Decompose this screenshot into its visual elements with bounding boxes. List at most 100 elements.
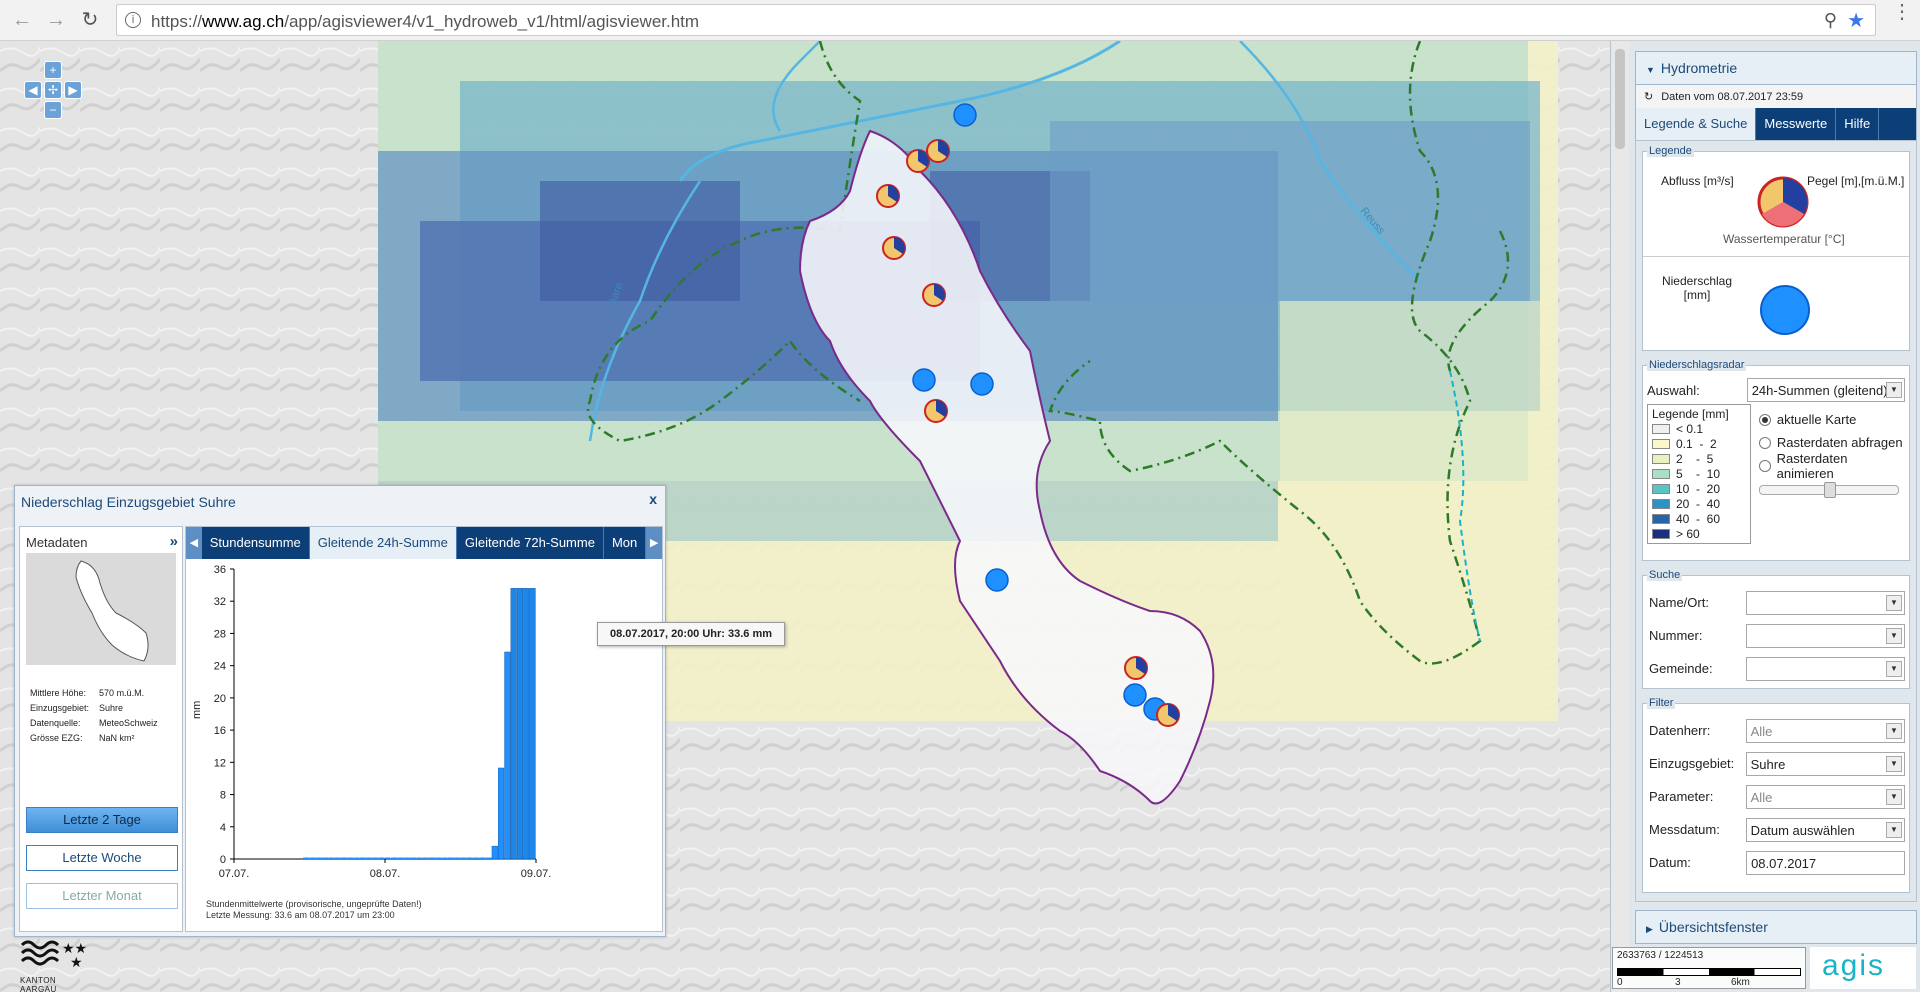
- precip-bar: [473, 857, 479, 859]
- address-bar[interactable]: i https://www.ag.ch/app/agisviewer4/v1_h…: [116, 4, 1876, 36]
- radio-aktuelle-karte[interactable]: aktuelle Karte: [1758, 408, 1905, 431]
- radar-legend: Legende [mm] < 0.1 0.1 - 22 - 55 - 10 10 -…: [1647, 404, 1751, 544]
- pan-home-button[interactable]: ✢: [44, 81, 62, 99]
- uebersicht-header[interactable]: ▶ Übersichtsfenster: [1635, 910, 1917, 944]
- zoom-icon[interactable]: ⚲: [1824, 10, 1837, 31]
- pan-right-button[interactable]: ▶: [64, 81, 82, 99]
- chart-area: ◀ Stundensumme Gleitende 24h-Summe Gleit…: [185, 526, 663, 932]
- radar-class-2: 2 - 5: [1652, 451, 1746, 466]
- gemeinde-label: Gemeinde:: [1649, 661, 1713, 676]
- messdatum-select[interactable]: Datum auswählen ▼: [1745, 817, 1905, 842]
- radar-class-5: 20 - 40: [1652, 496, 1746, 511]
- bookmark-star-icon[interactable]: ★: [1847, 8, 1865, 33]
- tab-messwerte[interactable]: Messwerte: [1756, 108, 1837, 140]
- close-icon[interactable]: x: [649, 491, 657, 507]
- parameter-label: Parameter:: [1649, 789, 1714, 804]
- precip-bar: [516, 588, 524, 860]
- tab-gleitende-24h[interactable]: Gleitende 24h-Summe: [309, 527, 457, 559]
- radar-title: Niederschlagsradar: [1647, 359, 1747, 371]
- expand-triangle-icon: ▶: [1646, 924, 1653, 934]
- datum-input[interactable]: 08.07.2017: [1746, 850, 1905, 875]
- precip-bar: [391, 857, 398, 859]
- precip-bar: [366, 857, 372, 859]
- radar-class-7: > 60: [1652, 526, 1746, 541]
- precip-bar: [347, 857, 354, 859]
- legend-fieldset: Legende Abfluss [m³/s] Pegel [m],[m.ü.M.…: [1642, 145, 1910, 351]
- radio-rasterdaten-animieren[interactable]: Rasterdaten animieren: [1758, 451, 1905, 481]
- precip-bar: [353, 857, 360, 859]
- radar-class-3: 5 - 10: [1652, 466, 1746, 481]
- url-text[interactable]: https://www.ag.ch/app/agisviewer4/v1_hyd…: [151, 12, 699, 32]
- precip-bar: [447, 857, 454, 859]
- datum-label: Datum:: [1649, 855, 1691, 870]
- data-date: ↻ Daten vom 08.07.2017 23:59: [1635, 85, 1917, 108]
- zoom-in-button[interactable]: +: [44, 61, 62, 79]
- y-tick-label: 24: [214, 661, 226, 673]
- browser-toolbar: ← → ↻ i https://www.ag.ch/app/agisviewer…: [0, 0, 1920, 41]
- refresh-icon[interactable]: ↻: [1644, 91, 1653, 103]
- x-tick-label: 09.07.: [521, 868, 552, 880]
- letzte-2-tage-button[interactable]: Letzte 2 Tage: [26, 807, 178, 833]
- expand-arrows-icon[interactable]: »: [170, 533, 178, 550]
- precip-bar: [378, 857, 385, 859]
- y-tick-label: 28: [214, 628, 226, 640]
- gemeinde-field[interactable]: ▼: [1745, 656, 1905, 681]
- suche-title: Suche: [1647, 569, 1683, 581]
- animation-slider[interactable]: [1758, 482, 1899, 498]
- y-tick-label: 4: [220, 822, 226, 834]
- letzter-monat-button[interactable]: Letzter Monat: [26, 883, 178, 909]
- tab-scroll-left-icon[interactable]: ◀: [186, 527, 202, 559]
- chart-tooltip: 08.07.2017, 20:00 Uhr: 33.6 mm: [597, 622, 786, 646]
- niederschlag-circle-icon: [1760, 285, 1810, 335]
- parameter-select[interactable]: Alle ▼: [1745, 784, 1905, 809]
- x-tick-label: 07.07.: [219, 868, 250, 880]
- radar-class-1: 0.1 - 2: [1652, 436, 1746, 451]
- menu-icon[interactable]: ⋮: [1892, 2, 1912, 22]
- radar-class-label: 40 - 60: [1676, 511, 1721, 526]
- info-icon[interactable]: i: [125, 12, 141, 28]
- forward-icon[interactable]: →: [44, 8, 68, 32]
- hydrometrie-header[interactable]: ▼ Hydrometrie: [1635, 51, 1917, 85]
- panel-scrollbar[interactable]: [1611, 41, 1629, 992]
- precip-bar: [322, 857, 328, 859]
- radar-class-swatch: [1652, 513, 1670, 524]
- letzte-woche-button[interactable]: Letzte Woche: [26, 845, 178, 871]
- pan-left-button[interactable]: ◀: [24, 81, 42, 99]
- nummer-field[interactable]: ▼: [1745, 623, 1905, 648]
- y-tick-label: 36: [214, 564, 226, 576]
- auswahl-label: Auswahl:: [1647, 382, 1700, 398]
- y-tick-label: 8: [220, 790, 226, 802]
- tab-gleitende-72h[interactable]: Gleitende 72h-Summe: [457, 527, 604, 559]
- radar-class-6: 40 - 60: [1652, 511, 1746, 526]
- radar-class-4: 10 - 20: [1652, 481, 1746, 496]
- tab-stundensumme[interactable]: Stundensumme: [202, 527, 310, 559]
- tab-hilfe[interactable]: Hilfe: [1836, 108, 1880, 140]
- back-icon[interactable]: ←: [10, 8, 34, 32]
- radar-class-swatch: [1652, 498, 1670, 509]
- slider-handle[interactable]: [1823, 482, 1836, 498]
- precip-bar: [328, 857, 335, 859]
- precip-bar: [429, 857, 435, 859]
- zoom-out-button[interactable]: −: [44, 101, 62, 119]
- tab-monat[interactable]: Mon: [604, 527, 647, 559]
- messdatum-label: Messdatum:: [1649, 822, 1720, 837]
- tab-legende-suche[interactable]: Legende & Suche: [1636, 108, 1757, 140]
- y-tick-label: 12: [214, 757, 226, 769]
- agis-logo: agis: [1810, 947, 1916, 989]
- map-nav-control: + ◀ ✢ ▶ −: [20, 61, 90, 131]
- metadaten-title: Metadaten: [26, 535, 88, 550]
- radar-class-swatch: [1652, 483, 1670, 494]
- precip-bar: [454, 857, 460, 859]
- reload-icon[interactable]: ↻: [78, 8, 102, 32]
- niederschlag-label: Niederschlag [mm]: [1661, 274, 1733, 302]
- chart-footnote-2: Letzte Messung: 33.6 am 08.07.2017 um 23…: [206, 910, 395, 920]
- radar-class-label: 5 - 10: [1676, 466, 1721, 481]
- auswahl-select[interactable]: 24h-Summen (gleitend) ▼: [1746, 378, 1905, 402]
- einzugsgebiet-select[interactable]: Suhre ▼: [1745, 751, 1905, 776]
- radar-class-label: 10 - 20: [1676, 481, 1721, 496]
- datenherr-select[interactable]: Alle ▼: [1745, 718, 1905, 743]
- precip-bar: [460, 857, 467, 859]
- chart-tabs: ◀ Stundensumme Gleitende 24h-Summe Gleit…: [186, 527, 662, 559]
- name-ort-field[interactable]: ▼: [1745, 590, 1905, 615]
- tab-scroll-right-icon[interactable]: ▶: [646, 527, 662, 559]
